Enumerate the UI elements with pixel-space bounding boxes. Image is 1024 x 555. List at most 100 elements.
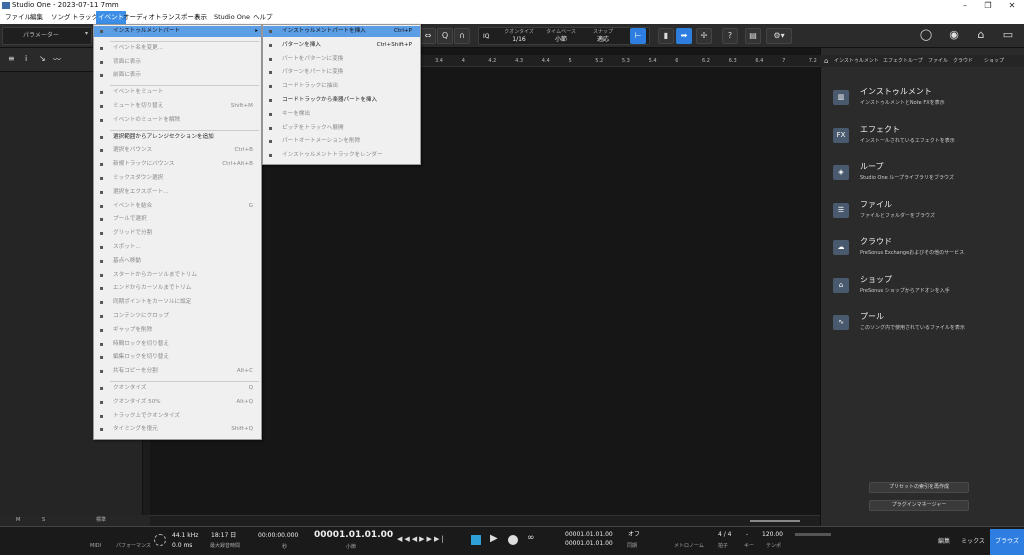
browser-item[interactable]: ☁ クラウド PreSonus Exchangeおよびその他のサービス [829,234,1019,264]
zoom-slider[interactable] [750,520,800,522]
menu-item[interactable]: ▪ パターンを挿入 Ctrl+Shift+P [263,40,420,51]
minimize-button[interactable]: – [955,0,975,11]
menu-item[interactable]: ▪ インストゥルメントトラックをレンダー [263,150,420,161]
browser-item[interactable]: ∿ プール このソング内で使用されているファイルを表示 [829,309,1019,339]
key-value[interactable]: - [746,531,748,539]
play-icon[interactable]: ▶ [490,533,498,544]
sync-value[interactable]: オフ [628,531,640,539]
loop-right[interactable]: 00001.01.01.00 [565,540,613,548]
menu-5[interactable]: オーディオ [121,11,157,24]
video-icon[interactable]: ▤ [745,28,761,44]
autoscroll-icon[interactable]: ▮ [658,28,674,44]
tab-edit[interactable]: 編集 [930,529,958,555]
menu-item[interactable]: ▪ 編集ロックを切り替え [94,352,261,363]
menu-item[interactable]: ▪ イベントのミュートを解除 [94,115,261,126]
plugin-manager-button[interactable]: プラグインマネージャー [869,500,969,511]
menu-item[interactable]: ▪ イベント名を変更... [94,43,261,54]
horizontal-scrollbar[interactable] [150,515,820,526]
menu-item[interactable]: ▪ イベントをミュート [94,87,261,98]
menu-item[interactable]: ▪ パターンをパートに変換 [263,67,420,78]
rewind-icon[interactable]: ◀◀ [404,535,419,543]
stop-icon[interactable] [471,535,481,545]
menu-item[interactable]: ▪ スタートからカーソルまでトリム [94,270,261,281]
info-icon[interactable]: i [25,54,27,63]
parameter-box[interactable]: パラメーター ▾ [2,27,92,45]
user-icon[interactable]: ◯ [918,28,934,44]
menu-7[interactable]: 表示 [192,11,209,24]
menu-item[interactable]: ▪ プールで選択 [94,214,261,225]
menu-item[interactable]: ▪ グリッドで分割 [94,228,261,239]
menu-item[interactable]: ▪ コードトラックに抽出 [263,81,420,92]
listen-tool-icon[interactable]: ∩ [454,28,470,44]
timebase-select[interactable]: 小節 [541,36,581,43]
forward-icon[interactable]: ▶▶ [419,535,434,543]
help-icon[interactable]: ? [722,28,738,44]
record-icon[interactable] [508,535,518,545]
plugin-icon[interactable]: ◉ [946,28,962,44]
menu-item[interactable]: ▪ 背面に表示 [94,57,261,68]
menu-item[interactable]: ▪ コードトラックから楽器パートを挿入 [263,95,420,106]
menu-item[interactable]: ▪ 共有コピーを分割 Alt+C [94,366,261,377]
menu-item[interactable]: ▪ 同期ポイントをカーソルに設定 [94,297,261,308]
tempo-value[interactable]: 120.00 [762,531,783,539]
menu-item[interactable]: ▪ クオンタイズ Q [94,383,261,394]
maximize-button[interactable]: ❐ [978,0,998,11]
browser-tab[interactable]: ショップ [984,55,1004,67]
menu-1[interactable]: 編集 [28,11,45,24]
menu-item[interactable]: ▪ ミックスダウン選択 [94,173,261,184]
browser-item[interactable]: ⌂ ショップ PreSonus ショップからアドオンを入手 [829,272,1019,302]
track-height-select[interactable]: 標準 [96,515,106,526]
mute-all-button[interactable]: M [16,515,20,526]
menu-item[interactable]: ▪ トラック上でクオンタイズ [94,411,261,422]
time-signature[interactable]: 4 / 4 [718,531,731,539]
loop-left[interactable]: 00001.01.01.00 [565,531,613,539]
browser-item[interactable]: FX エフェクト インストールされているエフェクトを表示 [829,122,1019,152]
reindex-presets-button[interactable]: プリセットの索引を再作成 [869,482,969,493]
menu-8[interactable]: Studio One [212,11,252,24]
menu-item[interactable]: ▪ ギャップを削除 [94,325,261,336]
solo-all-button[interactable]: S [42,515,45,526]
menu-item[interactable]: ▪ エンドからカーソルまでトリム [94,283,261,294]
menu-item[interactable]: ▪ 基点へ移動 [94,256,261,267]
browser-item[interactable]: ◈ ループ Studio One ループライブラリをブラウズ [829,159,1019,189]
menu-item[interactable]: ▪ キーを検出 [263,109,420,120]
menu-item[interactable]: ▪ ピッチをトラックへ展開 [263,123,420,134]
menu-item[interactable]: ▪ コンテンツにクロップ [94,311,261,322]
tool-icon[interactable]: ↘ [39,54,46,63]
browser-tab[interactable]: ファイル [928,55,948,67]
tab-mix[interactable]: ミックス [958,529,988,555]
menu-item[interactable]: ▪ インストゥルメントパートを挿入 Ctrl+P [263,26,420,37]
zoom-tool-icon[interactable]: Q [437,28,453,44]
menu-item[interactable]: ▪ スポット... [94,242,261,253]
close-button[interactable]: ✕ [1002,0,1022,11]
menu-item[interactable]: ▪ 選択範囲からアレンジセクションを追加 [94,132,261,143]
quantize-select[interactable]: 1/16 [501,36,537,43]
browser-item[interactable]: ▥ インストゥルメント インストゥルメントとNote FXを表示 [829,84,1019,114]
snap-select[interactable]: 適応 [585,36,621,43]
snap-toggle-icon[interactable]: ⊢ [630,28,646,44]
home-icon[interactable]: ⌂ [973,28,989,44]
loop-icon[interactable]: ∞ [527,533,535,543]
browser-item[interactable]: ☰ ファイル ファイルとフォルダーをブラウズ [829,197,1019,227]
range-tool-icon[interactable]: ⇔ [420,28,436,44]
menu-9[interactable]: ヘルプ [251,11,275,24]
browser-tab[interactable]: インストゥルメント [834,55,879,67]
list-icon[interactable]: ≡ [8,54,15,63]
browser-tab[interactable]: クラウド [953,55,973,67]
browser-tab[interactable]: ループ [908,55,923,67]
home-tab-icon[interactable]: ⌂ [824,55,828,67]
menu-item[interactable]: ▪ イベントを結合 G [94,201,261,212]
menu-item[interactable]: ▪ パートオートメーションを削除 [263,136,420,147]
follow-icon[interactable]: ➡ [676,28,692,44]
menu-item[interactable]: ▪ パートをパターンに変換 [263,54,420,65]
tab-browse[interactable]: ブラウズ [990,529,1024,555]
start-icon[interactable]: ▭ [1000,28,1016,44]
menu-item[interactable]: ▪ ミュートを切り替え Shift+M [94,101,261,112]
menu-item[interactable]: ▪ タイミングを復元 Shift+Q [94,424,261,435]
automation-icon[interactable]: 〰 [53,54,61,65]
timeline-icon[interactable]: ✢ [696,28,712,44]
settings-icon[interactable]: ⚙▾ [766,28,792,44]
browser-tab[interactable]: エフェクト [883,55,908,67]
menu-item[interactable]: ▪ 選択をバウンス Ctrl+B [94,145,261,156]
menu-item[interactable]: ▪ 選択をエクスポート... [94,187,261,198]
